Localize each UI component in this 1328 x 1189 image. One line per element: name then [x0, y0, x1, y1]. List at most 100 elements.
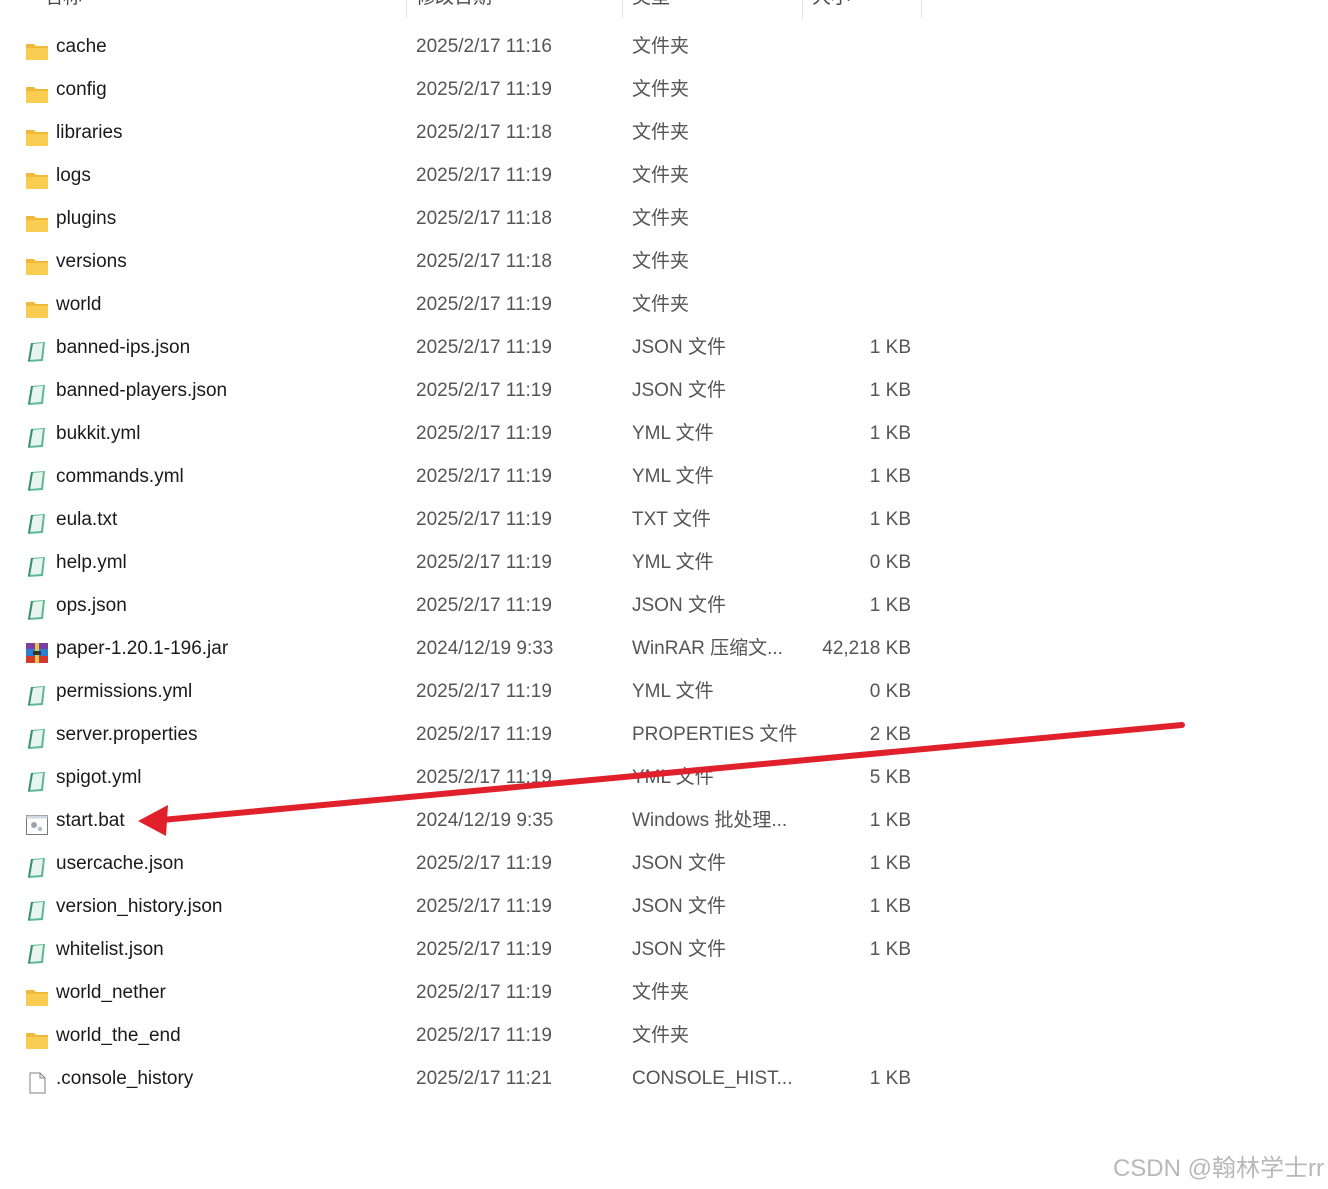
file-name: libraries [56, 122, 123, 143]
file-icon-cell [25, 1014, 49, 1057]
text-file-icon [25, 766, 49, 792]
text-file-icon [25, 379, 49, 405]
column-divider[interactable] [921, 0, 922, 18]
file-size: 1 KB [869, 939, 911, 960]
file-date: 2025/2/17 11:19 [416, 552, 552, 573]
file-row[interactable]: cache 2025/2/17 11:16 文件夹 [0, 25, 930, 68]
file-type: 文件夹 [632, 79, 690, 100]
file-row[interactable]: .console_history 2025/2/17 11:21 CONSOLE… [0, 1057, 930, 1100]
column-divider[interactable] [802, 0, 803, 18]
file-type: 文件夹 [632, 165, 690, 186]
file-type: JSON 文件 [632, 939, 726, 960]
file-name: spigot.yml [56, 767, 142, 788]
column-header-type[interactable]: 类型 [632, 0, 670, 18]
text-file-icon [25, 422, 49, 448]
file-row[interactable]: world 2025/2/17 11:19 文件夹 [0, 283, 930, 326]
column-header-date[interactable]: 修改日期 [416, 0, 492, 18]
blank-file-icon [25, 1067, 49, 1094]
file-row[interactable]: plugins 2025/2/17 11:18 文件夹 [0, 197, 930, 240]
file-row[interactable]: bukkit.yml 2025/2/17 11:19 YML 文件 1 KB [0, 412, 930, 455]
file-icon-cell [25, 25, 49, 68]
watermark: CSDN @翰林学士rr [1112, 1155, 1324, 1182]
file-name: start.bat [56, 810, 125, 831]
file-size: 2 KB [869, 724, 911, 745]
file-date: 2025/2/17 11:19 [416, 595, 552, 616]
column-divider[interactable] [406, 0, 407, 18]
file-type: JSON 文件 [632, 896, 726, 917]
file-name: config [56, 79, 107, 100]
file-row[interactable]: usercache.json 2025/2/17 11:19 JSON 文件 1… [0, 842, 930, 885]
file-row[interactable]: world_nether 2025/2/17 11:19 文件夹 [0, 971, 930, 1014]
column-header: 名称 修改日期 类型 大小 [0, 0, 922, 18]
file-date: 2025/2/17 11:19 [416, 724, 552, 745]
file-type: JSON 文件 [632, 337, 726, 358]
file-type: 文件夹 [632, 251, 690, 272]
text-file-icon [25, 508, 49, 534]
file-row[interactable]: permissions.yml 2025/2/17 11:19 YML 文件 0… [0, 670, 930, 713]
file-row[interactable]: version_history.json 2025/2/17 11:19 JSO… [0, 885, 930, 928]
file-icon-cell [25, 713, 49, 756]
file-date: 2024/12/19 9:33 [416, 638, 554, 659]
file-date: 2024/12/19 9:35 [416, 810, 554, 831]
file-date: 2025/2/17 11:19 [416, 681, 552, 702]
file-name: world [56, 294, 102, 315]
file-row[interactable]: commands.yml 2025/2/17 11:19 YML 文件 1 KB [0, 455, 930, 498]
file-icon-cell [25, 971, 49, 1014]
file-row[interactable]: banned-ips.json 2025/2/17 11:19 JSON 文件 … [0, 326, 930, 369]
column-header-name[interactable]: 名称 [44, 0, 82, 18]
file-date: 2025/2/17 11:19 [416, 423, 552, 444]
text-file-icon [25, 594, 49, 620]
file-icon-cell [25, 541, 49, 584]
file-type: Windows 批处理... [632, 810, 788, 831]
file-type: YML 文件 [632, 767, 714, 788]
file-row[interactable]: config 2025/2/17 11:19 文件夹 [0, 68, 930, 111]
file-date: 2025/2/17 11:19 [416, 853, 552, 874]
file-row[interactable]: paper-1.20.1-196.jar 2024/12/19 9:33 Win… [0, 627, 930, 670]
folder-icon [25, 207, 49, 232]
file-row[interactable]: eula.txt 2025/2/17 11:19 TXT 文件 1 KB [0, 498, 930, 541]
file-icon-cell [25, 885, 49, 928]
file-row[interactable]: whitelist.json 2025/2/17 11:19 JSON 文件 1… [0, 928, 930, 971]
file-icon-cell [25, 928, 49, 971]
file-row[interactable]: versions 2025/2/17 11:18 文件夹 [0, 240, 930, 283]
file-row[interactable]: start.bat 2024/12/19 9:35 Windows 批处理...… [0, 799, 930, 842]
file-row[interactable]: logs 2025/2/17 11:19 文件夹 [0, 154, 930, 197]
file-name: .console_history [56, 1068, 194, 1089]
file-date: 2025/2/17 11:19 [416, 294, 552, 315]
file-row[interactable]: world_the_end 2025/2/17 11:19 文件夹 [0, 1014, 930, 1057]
file-size: 1 KB [869, 509, 911, 530]
file-type: 文件夹 [632, 208, 690, 229]
file-icon-cell [25, 326, 49, 369]
file-date: 2025/2/17 11:18 [416, 122, 552, 143]
column-header-size[interactable]: 大小 [812, 0, 850, 18]
file-row[interactable]: spigot.yml 2025/2/17 11:19 YML 文件 5 KB [0, 756, 930, 799]
file-list: cache 2025/2/17 11:16 文件夹 config 2025/2/… [0, 25, 930, 1100]
text-file-icon [25, 551, 49, 577]
file-type: 文件夹 [632, 982, 690, 1003]
text-file-icon [25, 680, 49, 706]
file-size: 5 KB [869, 767, 911, 788]
file-type: YML 文件 [632, 466, 714, 487]
file-row[interactable]: help.yml 2025/2/17 11:19 YML 文件 0 KB [0, 541, 930, 584]
file-type: YML 文件 [632, 423, 714, 444]
file-date: 2025/2/17 11:19 [416, 79, 552, 100]
file-row[interactable]: banned-players.json 2025/2/17 11:19 JSON… [0, 369, 930, 412]
file-row[interactable]: server.properties 2025/2/17 11:19 PROPER… [0, 713, 930, 756]
file-type: PROPERTIES 文件 [632, 724, 798, 745]
file-icon-cell [25, 799, 49, 842]
folder-icon [25, 164, 49, 189]
file-row[interactable]: ops.json 2025/2/17 11:19 JSON 文件 1 KB [0, 584, 930, 627]
file-type: JSON 文件 [632, 853, 726, 874]
file-icon-cell [25, 842, 49, 885]
file-icon-cell [25, 68, 49, 111]
text-file-icon [25, 336, 49, 362]
file-date: 2025/2/17 11:18 [416, 208, 552, 229]
file-name: world_the_end [56, 1025, 181, 1046]
folder-icon [25, 1024, 49, 1049]
file-row[interactable]: libraries 2025/2/17 11:18 文件夹 [0, 111, 930, 154]
file-icon-cell [25, 412, 49, 455]
folder-icon [25, 293, 49, 318]
file-size: 0 KB [869, 552, 911, 573]
file-icon-cell [25, 584, 49, 627]
column-divider[interactable] [622, 0, 623, 18]
